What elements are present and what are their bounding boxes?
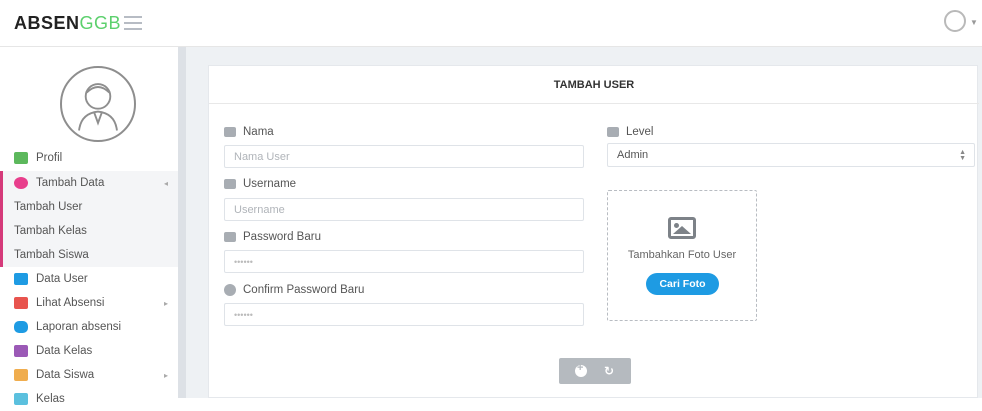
- graduation-cap-icon: [14, 345, 28, 357]
- brand-logo[interactable]: ABSENGGB: [14, 13, 121, 34]
- database-icon: [14, 321, 28, 333]
- nama-field[interactable]: [224, 145, 584, 168]
- submenu-item-tambah-siswa[interactable]: Tambah Siswa: [0, 243, 178, 267]
- reset-button[interactable]: ↻: [602, 364, 616, 378]
- level-label: Level: [607, 126, 654, 138]
- sidebar-item-data-siswa[interactable]: Data Siswa ▸: [0, 363, 178, 387]
- list-icon: [14, 297, 28, 309]
- sidebar-item-label: Profil: [36, 152, 63, 164]
- lock-icon: [224, 232, 236, 242]
- sidebar-divider: [178, 47, 186, 398]
- nama-label: Nama: [224, 126, 274, 138]
- username-field[interactable]: [224, 198, 584, 221]
- main-content: TAMBAH USER Nama Username Password Baru …: [186, 47, 982, 398]
- top-bar: ABSENGGB ▼: [0, 0, 982, 47]
- chevron-down-icon: ◂: [163, 178, 168, 188]
- sidebar-item-lihat-absensi[interactable]: Lihat Absensi ▸: [0, 291, 178, 315]
- sidebar-item-profil[interactable]: Profil: [0, 146, 178, 170]
- plus-circle-icon: [14, 177, 28, 189]
- id-card-icon: [224, 127, 236, 137]
- chevron-down-icon: ▼: [970, 18, 978, 27]
- question-icon: [224, 284, 236, 296]
- sidebar-item-label: Tambah Data: [36, 177, 105, 189]
- sidebar-item-label: Lihat Absensi: [36, 297, 105, 309]
- sidebar: Profil Tambah Data ◂ Tambah User Tambah …: [0, 47, 178, 405]
- hamburger-icon[interactable]: [124, 16, 142, 30]
- sidebar-item-label: Laporan absensi: [36, 321, 122, 333]
- user-silhouette-icon: [78, 83, 118, 131]
- sidebar-item-tambah-data[interactable]: Tambah Data ◂: [0, 171, 178, 195]
- avatar: [60, 66, 136, 142]
- confirm-password-label-text: Confirm Password Baru: [243, 284, 365, 296]
- user-avatar-icon: [944, 10, 966, 32]
- confirm-password-label: Confirm Password Baru: [224, 284, 364, 296]
- select-arrows-icon: ▲ ▼: [959, 149, 966, 162]
- id-card-icon: [14, 273, 28, 285]
- sidebar-item-laporan-absensi[interactable]: Laporan absensi: [0, 315, 178, 339]
- level-selected-value: Admin: [617, 149, 649, 161]
- password-label-text: Password Baru: [243, 231, 321, 243]
- sidebar-item-label: Data User: [36, 273, 88, 285]
- user-icon: [14, 152, 28, 164]
- level-label-text: Level: [626, 126, 654, 138]
- level-select[interactable]: Admin ▲ ▼: [607, 143, 975, 167]
- photo-upload-area[interactable]: Tambahkan Foto User Cari Foto: [607, 190, 757, 321]
- find-photo-button[interactable]: Cari Foto: [646, 273, 719, 295]
- sidebar-item-data-kelas[interactable]: Data Kelas: [0, 339, 178, 363]
- photo-caption: Tambahkan Foto User: [627, 249, 737, 261]
- users-icon: [14, 369, 28, 381]
- submenu-item-tambah-user[interactable]: Tambah User: [0, 195, 178, 219]
- submit-button[interactable]: [574, 362, 588, 378]
- submenu-item-tambah-kelas[interactable]: Tambah Kelas: [0, 219, 178, 243]
- sidebar-item-kelas[interactable]: Kelas: [0, 387, 178, 411]
- book-icon: [14, 393, 28, 405]
- profile-avatar-area: [10, 55, 168, 150]
- brand-primary-text: ABSEN: [14, 13, 80, 33]
- users-icon: [607, 127, 619, 137]
- image-icon: [668, 217, 696, 239]
- user-menu-button[interactable]: ▼: [944, 10, 978, 36]
- username-label: Username: [224, 178, 296, 190]
- nama-label-text: Nama: [243, 126, 274, 138]
- form-actions: ↻: [559, 358, 631, 384]
- panel-title: TAMBAH USER: [209, 66, 979, 104]
- refresh-icon: ↻: [603, 364, 615, 378]
- plus-circle-icon: [575, 362, 587, 377]
- chevron-right-icon: ▸: [163, 298, 168, 308]
- submenu-item-label: Tambah Siswa: [14, 249, 89, 261]
- sidebar-item-label: Kelas: [36, 393, 65, 405]
- confirm-password-field[interactable]: ••••••: [224, 303, 584, 326]
- chevron-right-icon: ▸: [163, 370, 168, 380]
- password-field[interactable]: ••••••: [224, 250, 584, 273]
- add-user-panel: TAMBAH USER Nama Username Password Baru …: [208, 65, 979, 398]
- user-icon: [224, 179, 236, 189]
- username-label-text: Username: [243, 178, 297, 190]
- brand-accent-text: GGB: [79, 13, 122, 33]
- sidebar-item-label: Data Kelas: [36, 345, 93, 357]
- sidebar-item-label: Data Siswa: [36, 369, 95, 381]
- password-label: Password Baru: [224, 231, 321, 243]
- sidebar-item-data-user[interactable]: Data User: [0, 267, 178, 291]
- submenu-item-label: Tambah Kelas: [14, 225, 87, 237]
- submenu-item-label: Tambah User: [14, 201, 83, 213]
